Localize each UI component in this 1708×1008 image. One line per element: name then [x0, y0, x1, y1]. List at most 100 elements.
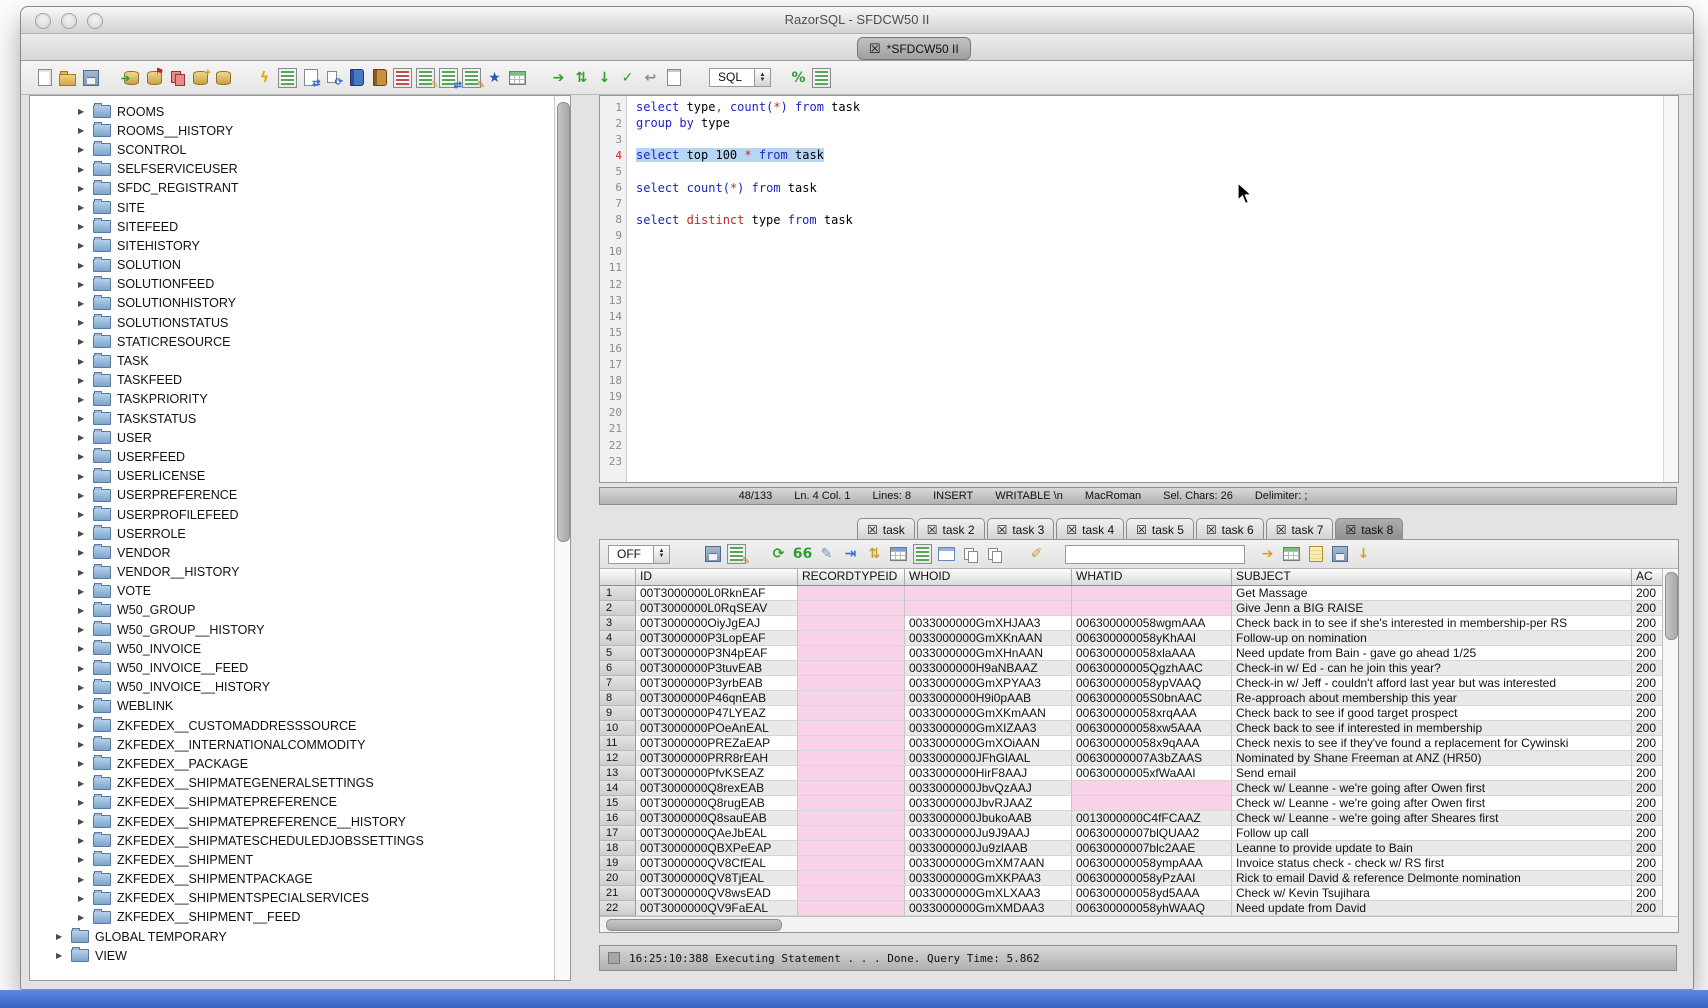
disclosure-triangle-icon[interactable]: ▶ [78, 107, 91, 116]
copy-icon[interactable] [961, 545, 980, 564]
disclosure-triangle-icon[interactable]: ▶ [78, 452, 91, 461]
disclosure-triangle-icon[interactable]: ▶ [78, 625, 91, 634]
table-row[interactable]: 1000T3000000POeAnEAL0033000000GmXIZAA300… [600, 721, 1663, 736]
editor-line[interactable]: 5 [600, 163, 1664, 179]
tree-item-solution[interactable]: ▶SOLUTION [30, 256, 554, 275]
grid-cell[interactable]: Give Jenn a BIG RAISE [1232, 601, 1632, 616]
grid-cell[interactable] [798, 841, 905, 856]
editor-line[interactable]: 11 [600, 260, 1664, 276]
grid-cell[interactable]: 006300000058yKhAAI [1072, 631, 1232, 646]
edit-list-icon[interactable] [416, 68, 435, 87]
grid-cell[interactable]: 0033000000GmXKPAA3 [905, 871, 1072, 886]
disclosure-triangle-icon[interactable]: ▶ [78, 472, 91, 481]
grid-cell[interactable]: Nominated by Shane Freeman at ANZ (HR50) [1232, 751, 1632, 766]
table-row[interactable]: 800T3000000P46qnEAB0033000000H9i0pAAB006… [600, 691, 1663, 706]
disclosure-triangle-icon[interactable]: ▶ [56, 932, 69, 941]
grid-cell[interactable]: 200 [1632, 586, 1663, 601]
disclosure-triangle-icon[interactable]: ▶ [78, 759, 91, 768]
table-row[interactable]: 1200T3000000PRR8rEAH0033000000JFhGlAAL00… [600, 751, 1663, 766]
tab-close-icon[interactable]: ☒ [1206, 523, 1217, 537]
grid-cell[interactable]: 006300000058ypVAAQ [1072, 676, 1232, 691]
table-row[interactable]: 2200T3000000QV9FaEAL0033000000GmXMDAA300… [600, 901, 1663, 916]
editor-line[interactable]: 19 [600, 389, 1664, 405]
grid-cell[interactable] [1072, 586, 1232, 601]
describe-table-icon[interactable] [278, 68, 297, 87]
tree-item-taskfeed[interactable]: ▶TASKFEED [30, 371, 554, 390]
editor-line[interactable]: 23 [600, 453, 1664, 469]
results-vscroll-thumb[interactable] [1665, 572, 1678, 640]
disclosure-triangle-icon[interactable]: ▶ [78, 529, 91, 538]
tree-item-zkfedex-internationalcommodity[interactable]: ▶ZKFEDEX__INTERNATIONALCOMMODITY [30, 735, 554, 754]
tree-scrollbar[interactable] [554, 96, 570, 980]
highlighter-pen-icon[interactable]: ✐ [1027, 545, 1046, 564]
grid-cell[interactable]: 200 [1632, 646, 1663, 661]
grid-cell[interactable]: 00630000005QgzhAAC [1072, 661, 1232, 676]
grid-cell[interactable]: Send email [1232, 766, 1632, 781]
grid-cell[interactable] [798, 676, 905, 691]
result-tab-task-8[interactable]: ☒task 8 [1335, 518, 1403, 540]
disclosure-triangle-icon[interactable]: ▶ [78, 644, 91, 653]
grid-cell[interactable] [798, 751, 905, 766]
grid-cell[interactable]: Re-approach about membership this year [1232, 691, 1632, 706]
table-row[interactable]: 1800T3000000QBXPeEAP0033000000Ju9zlAAB00… [600, 841, 1663, 856]
disclosure-triangle-icon[interactable]: ▶ [78, 817, 91, 826]
editor-line[interactable]: 1select type, count(*) from task [600, 99, 1664, 115]
sql-editor[interactable]: 1select type, count(*) from task2group b… [599, 95, 1679, 483]
tree-item-solutionstatus[interactable]: ▶SOLUTIONSTATUS [30, 313, 554, 332]
grid-cell[interactable]: 0033000000GmXPYAA3 [905, 676, 1072, 691]
grid-cell[interactable]: 00T3000000Q8sauEAB [636, 811, 798, 826]
tree-item-zkfedex-shipment-feed[interactable]: ▶ZKFEDEX__SHIPMENT__FEED [30, 908, 554, 927]
tree-item-w50-group-history[interactable]: ▶W50_GROUP__HISTORY [30, 620, 554, 639]
zoom-window-button[interactable] [87, 13, 103, 29]
tab-close-icon[interactable]: ☒ [1066, 523, 1077, 537]
grid-cell[interactable] [798, 646, 905, 661]
tree-item-zkfedex-shipment[interactable]: ▶ZKFEDEX__SHIPMENT [30, 850, 554, 869]
grid-cell[interactable]: 200 [1632, 826, 1663, 841]
disclosure-triangle-icon[interactable]: ▶ [78, 280, 91, 289]
grid-cell[interactable]: 00T3000000L0RknEAF [636, 586, 798, 601]
notes-add-icon[interactable] [1306, 545, 1325, 564]
grid-cell[interactable]: 200 [1632, 691, 1663, 706]
editor-line[interactable]: 22 [600, 437, 1664, 453]
column-header-whatid[interactable]: WHATID [1072, 569, 1232, 585]
grid-cell[interactable]: 0033000000GmXM7AAN [905, 856, 1072, 871]
grid-cell[interactable] [1072, 796, 1232, 811]
tree-item-w50-invoice-feed[interactable]: ▶W50_INVOICE__FEED [30, 658, 554, 677]
result-tab-task[interactable]: ☒task [857, 518, 915, 540]
editor-line[interactable]: 13 [600, 292, 1664, 308]
column-header-ac[interactable]: AC [1632, 569, 1663, 585]
tab-close-icon[interactable]: ☒ [997, 523, 1008, 537]
grid-cell[interactable]: 200 [1632, 661, 1663, 676]
grid-cell[interactable]: 00T3000000P3LopEAF [636, 631, 798, 646]
disclosure-triangle-icon[interactable]: ▶ [78, 855, 91, 864]
results-vertical-scrollbar[interactable] [1662, 569, 1678, 917]
grid-cell[interactable]: 00T3000000Q8rugEAB [636, 796, 798, 811]
grid-cell[interactable] [798, 661, 905, 676]
grid-cell[interactable]: 200 [1632, 751, 1663, 766]
refresh-results-icon[interactable]: ⟳ [769, 545, 788, 564]
grid-cell[interactable]: 0033000000GmXIZAA3 [905, 721, 1072, 736]
editor-line[interactable]: 10 [600, 244, 1664, 260]
grid-cell[interactable]: Check back to see if interested in membe… [1232, 721, 1632, 736]
grid-cell[interactable] [798, 586, 905, 601]
disclosure-triangle-icon[interactable]: ▶ [78, 721, 91, 730]
insert-row-icon[interactable]: ⇥ [841, 545, 860, 564]
log-clipboard-icon[interactable] [664, 68, 683, 87]
grid-cell[interactable]: 00T3000000QV8wsEAD [636, 886, 798, 901]
disclosure-triangle-icon[interactable]: ▶ [78, 798, 91, 807]
tree-item-zkfedex-shipmentpackage[interactable]: ▶ZKFEDEX__SHIPMENTPACKAGE [30, 870, 554, 889]
tree-item-weblink[interactable]: ▶WEBLINK [30, 697, 554, 716]
grid-cell[interactable] [798, 901, 905, 916]
grid-cell[interactable] [798, 886, 905, 901]
tree-scrollbar-thumb[interactable] [557, 102, 570, 542]
grid-cell[interactable]: 200 [1632, 616, 1663, 631]
table-row[interactable]: 100T3000000L0RknEAFGet Massage200 [600, 586, 1663, 601]
grid-cell[interactable]: Leanne to provide update to Bain [1232, 841, 1632, 856]
result-tab-task-2[interactable]: ☒task 2 [917, 518, 985, 540]
editor-line[interactable]: 17 [600, 357, 1664, 373]
table-row[interactable]: 200T3000000L0RqSEAVGive Jenn a BIG RAISE… [600, 601, 1663, 616]
grid-cell[interactable]: 00T3000000P3yrbEAB [636, 676, 798, 691]
grid-cell[interactable] [798, 766, 905, 781]
grid-cell[interactable]: Check-in w/ Ed - can he join this year? [1232, 661, 1632, 676]
table-row[interactable]: 600T3000000P3tuvEAB0033000000H9aNBAAZ006… [600, 661, 1663, 676]
